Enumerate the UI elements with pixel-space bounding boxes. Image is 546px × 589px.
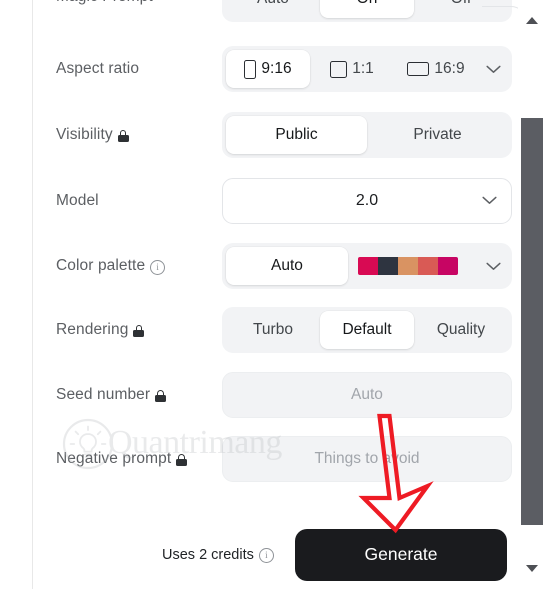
visibility-segmented[interactable]: Public Private xyxy=(222,112,512,158)
swatch-5 xyxy=(438,257,458,275)
swatch-1 xyxy=(358,257,378,275)
aspect-ratio-option-1-1-label: 1:1 xyxy=(352,60,374,77)
aspect-ratio-segmented[interactable]: 9:16 1:1 16:9 xyxy=(222,46,512,92)
negative-prompt-input[interactable]: Things to avoid xyxy=(222,436,512,482)
generate-button[interactable]: Generate xyxy=(295,528,507,581)
color-palette-auto-option[interactable]: Auto xyxy=(226,247,348,285)
row-seed-number: Seed number Auto xyxy=(34,372,518,420)
model-select[interactable]: 2.0 xyxy=(222,178,512,224)
model-label: Model xyxy=(56,192,99,210)
rendering-label-text: Rendering xyxy=(56,321,129,338)
app-root: Magic Prompt Auto On Off Aspect ratio 9:… xyxy=(0,0,546,589)
portrait-rect-icon xyxy=(244,59,257,79)
swatch-2 xyxy=(378,257,398,275)
info-icon[interactable]: i xyxy=(150,259,166,275)
aspect-ratio-chevron-down-icon[interactable] xyxy=(478,65,508,74)
aspect-ratio-label: Aspect ratio xyxy=(56,60,139,78)
row-color-palette: Color palette i Auto xyxy=(34,243,518,291)
visibility-label-text: Visibility xyxy=(56,126,113,143)
color-palette-label: Color palette i xyxy=(56,257,166,275)
scrollbar-thumb[interactable] xyxy=(521,118,543,525)
lock-icon xyxy=(117,130,129,142)
rendering-option-default[interactable]: Default xyxy=(320,311,414,349)
model-selected-value: 2.0 xyxy=(355,192,379,209)
row-negative-prompt: Negative prompt Things to avoid xyxy=(34,436,518,484)
rendering-option-quality[interactable]: Quality xyxy=(414,311,508,349)
panel-footer: Uses 2 credits i Generate xyxy=(34,520,518,589)
credits-text: Uses 2 credits xyxy=(162,546,254,563)
negative-prompt-label: Negative prompt xyxy=(56,450,188,468)
color-palette-chevron-down-icon[interactable] xyxy=(478,262,508,271)
row-rendering: Rendering Turbo Default Quality xyxy=(34,307,518,355)
magic-prompt-option-auto[interactable]: Auto xyxy=(226,0,320,18)
color-palette-swatches[interactable] xyxy=(358,257,458,275)
row-aspect-ratio: Aspect ratio 9:16 1:1 16:9 xyxy=(34,46,518,94)
aspect-ratio-option-16-9[interactable]: 16:9 xyxy=(394,50,478,88)
lock-icon xyxy=(133,325,145,337)
magic-prompt-label: Magic Prompt xyxy=(56,0,153,6)
rendering-label: Rendering xyxy=(56,321,145,339)
rendering-option-turbo[interactable]: Turbo xyxy=(226,311,320,349)
square-rect-icon xyxy=(330,60,348,78)
aspect-ratio-option-1-1[interactable]: 1:1 xyxy=(310,50,394,88)
scroll-down-icon[interactable] xyxy=(526,565,538,572)
credits-indicator: Uses 2 credits i xyxy=(162,547,274,563)
aspect-ratio-option-9-16-label: 9:16 xyxy=(261,60,292,77)
model-chevron-down-icon[interactable] xyxy=(482,192,497,210)
visibility-option-private[interactable]: Private xyxy=(367,116,508,154)
landscape-rect-icon xyxy=(407,62,430,76)
scroll-up-icon[interactable] xyxy=(526,17,538,24)
visibility-label: Visibility xyxy=(56,126,129,144)
lock-icon xyxy=(176,454,188,466)
swatch-4 xyxy=(418,257,438,275)
left-rail xyxy=(0,0,33,589)
settings-panel: Magic Prompt Auto On Off Aspect ratio 9:… xyxy=(34,0,518,589)
aspect-ratio-label-text: Aspect ratio xyxy=(56,60,140,77)
scrollbar[interactable] xyxy=(518,0,546,589)
visibility-option-public[interactable]: Public xyxy=(226,116,367,154)
aspect-ratio-option-16-9-label: 16:9 xyxy=(434,60,465,77)
info-icon[interactable]: i xyxy=(258,548,274,563)
magic-prompt-option-off[interactable]: Off xyxy=(414,0,508,18)
seed-number-label-text: Seed number xyxy=(56,386,151,403)
magic-prompt-option-on[interactable]: On xyxy=(320,0,414,18)
lock-icon xyxy=(155,390,167,402)
model-label-text: Model xyxy=(56,192,99,209)
color-palette-control[interactable]: Auto xyxy=(222,243,512,289)
seed-number-label: Seed number xyxy=(56,386,167,404)
magic-prompt-segmented[interactable]: Auto On Off xyxy=(222,0,512,22)
swatch-3 xyxy=(398,257,418,275)
rendering-segmented[interactable]: Turbo Default Quality xyxy=(222,307,512,353)
row-magic-prompt: Magic Prompt Auto On Off xyxy=(34,0,518,22)
row-visibility: Visibility Public Private xyxy=(34,112,518,160)
aspect-ratio-option-9-16[interactable]: 9:16 xyxy=(226,50,310,88)
color-palette-label-text: Color palette xyxy=(56,257,146,274)
negative-prompt-label-text: Negative prompt xyxy=(56,450,172,467)
seed-number-input[interactable]: Auto xyxy=(222,372,512,418)
row-model: Model 2.0 xyxy=(34,178,518,226)
